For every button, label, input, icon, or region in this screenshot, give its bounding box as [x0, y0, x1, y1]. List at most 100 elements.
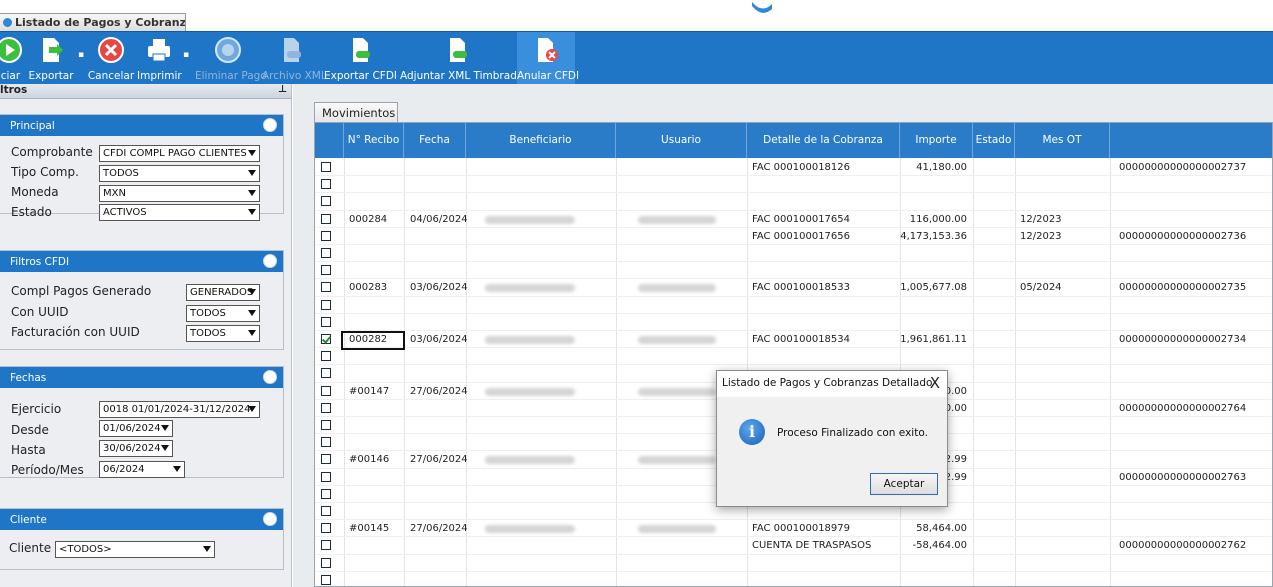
- column-header[interactable]: Fecha: [404, 123, 466, 158]
- column-header[interactable]: Beneficiario: [466, 123, 616, 158]
- print-button[interactable]: Imprimir: [137, 32, 182, 85]
- collapse-toggle-icon[interactable]: [263, 370, 277, 384]
- column-header-label: Detalle de la Cobranza: [763, 134, 883, 146]
- row-checkbox[interactable]: [321, 316, 331, 327]
- principal-group: Principal Comprobante CFDI COMPL PAGO CL…: [0, 114, 284, 221]
- row-checkbox[interactable]: [321, 471, 331, 482]
- column-header[interactable]: Importe: [900, 123, 973, 158]
- folio-cell: 00000000000000002737: [1119, 162, 1247, 173]
- column-header[interactable]: Fe: [1110, 123, 1272, 158]
- main-toolbar: iciar Exportar ▪ Cancelar Imprimir ▪ Eli…: [0, 31, 1273, 85]
- row-checkbox[interactable]: [321, 282, 331, 293]
- con-uuid-select[interactable]: TODOS: [186, 305, 260, 322]
- row-checkbox[interactable]: [321, 265, 331, 276]
- annul-cfdi-icon: [538, 38, 558, 62]
- hasta-date-picker[interactable]: 30/06/2024: [99, 440, 173, 457]
- mes-ot-cell: 12/2023: [1020, 213, 1062, 225]
- grid-header: N° Recibo Fecha Beneficiario Usuario Det…: [315, 123, 1272, 158]
- attach-xml-button[interactable]: Adjuntar XML Timbrados: [400, 32, 529, 85]
- desde-label: Desde: [11, 423, 49, 437]
- row-divider: [315, 312, 1272, 314]
- moneda-select[interactable]: MXN: [99, 185, 260, 202]
- export-cfdi-button[interactable]: Exportar CFDI: [324, 32, 397, 85]
- row-checkbox[interactable]: [321, 557, 331, 568]
- row-checkbox[interactable]: [321, 334, 331, 344]
- row-divider: [315, 192, 1272, 194]
- row-checkbox[interactable]: [321, 248, 331, 258]
- annul-cfdi-button[interactable]: Anular CFDI: [517, 32, 579, 85]
- chevron-down-icon: [248, 330, 256, 336]
- importe-cell: -58,464.00: [912, 540, 967, 552]
- row-checkbox[interactable]: [321, 506, 331, 516]
- tipo-comp-select[interactable]: TODOS: [99, 165, 260, 182]
- export-button[interactable]: Exportar: [27, 32, 75, 85]
- collapse-toggle-icon[interactable]: [263, 512, 277, 526]
- document-tab[interactable]: Listado de Pagos y Cobranzas Det...: [0, 13, 186, 32]
- delete-payment-label: Eliminar Pago: [195, 70, 267, 82]
- row-checkbox[interactable]: [321, 437, 331, 448]
- estado-select[interactable]: ACTIVOS: [99, 204, 260, 221]
- row-checkbox[interactable]: [321, 351, 331, 362]
- column-header[interactable]: N° Recibo: [344, 123, 404, 158]
- row-checkbox[interactable]: [321, 385, 331, 396]
- column-header[interactable]: Estado: [973, 123, 1015, 158]
- column-header[interactable]: Mes OT: [1015, 123, 1110, 158]
- column-header[interactable]: Detalle de la Cobranza: [747, 123, 900, 158]
- facturacion-uuid-select[interactable]: TODOS: [186, 325, 260, 342]
- row-checkbox[interactable]: [321, 230, 331, 241]
- tipo-comp-label: Tipo Comp.: [11, 165, 79, 179]
- recibo-cell: #00145: [349, 523, 390, 535]
- moneda-label: Moneda: [11, 185, 59, 199]
- periodo-label: Período/Mes: [11, 463, 84, 477]
- row-checkbox[interactable]: [321, 402, 331, 413]
- row-checkbox[interactable]: [321, 179, 331, 190]
- ejercicio-select[interactable]: 0018 01/01/2024-31/12/2024: [99, 401, 260, 418]
- tab-movimientos-label: Movimientos: [322, 106, 396, 120]
- pin-icon[interactable]: ⊥: [278, 84, 287, 95]
- compl-pagos-select[interactable]: GENERADOS: [186, 284, 260, 301]
- column-header-label: Importe: [915, 134, 957, 146]
- fechas-group-title: Fechas: [10, 372, 47, 384]
- app-icon: [3, 18, 12, 27]
- row-checkbox[interactable]: [321, 420, 331, 430]
- close-icon[interactable]: X: [930, 374, 940, 392]
- importe-cell: 116,000.00: [909, 213, 967, 225]
- export-dropdown-icon[interactable]: ▪: [78, 50, 84, 60]
- fechas-group-header[interactable]: Fechas: [0, 367, 283, 388]
- row-checkbox[interactable]: [321, 162, 331, 172]
- row-divider: [315, 519, 1272, 521]
- desde-date-picker[interactable]: 01/06/2024: [99, 420, 173, 437]
- accept-button[interactable]: Aceptar: [870, 473, 938, 495]
- periodo-select[interactable]: 06/2024: [99, 461, 185, 478]
- row-checkbox[interactable]: [321, 540, 331, 551]
- row-checkbox[interactable]: [321, 574, 331, 585]
- row-checkbox[interactable]: [321, 454, 331, 465]
- tab-movimientos[interactable]: Movimientos: [314, 102, 398, 122]
- cliente-group-header[interactable]: Cliente: [0, 509, 283, 530]
- delete-payment-button[interactable]: Eliminar Pago: [195, 32, 267, 85]
- row-checkbox[interactable]: [321, 523, 331, 534]
- row-checkbox[interactable]: [321, 488, 331, 499]
- redacted-beneficiary: [485, 336, 575, 344]
- cfdi-group-header[interactable]: Filtros CFDI: [0, 251, 283, 272]
- cliente-select[interactable]: <TODOS>: [55, 541, 215, 558]
- chevron-down-icon: [248, 289, 256, 295]
- principal-group-header[interactable]: Principal: [0, 115, 283, 136]
- xml-file-button[interactable]: Archivo XML: [262, 32, 327, 85]
- select-column-header[interactable]: [315, 123, 344, 158]
- row-checkbox[interactable]: [321, 213, 331, 224]
- start-button[interactable]: iciar: [0, 32, 24, 85]
- row-checkbox[interactable]: [321, 299, 331, 310]
- cancel-icon: [98, 37, 124, 63]
- comprobante-select[interactable]: CFDI COMPL PAGO CLIENTES: [99, 145, 260, 162]
- print-dropdown-icon[interactable]: ▪: [183, 50, 189, 60]
- mes-ot-cell: 05/2024: [1020, 282, 1062, 294]
- row-checkbox[interactable]: [321, 196, 331, 207]
- cancel-button[interactable]: Cancelar: [87, 32, 135, 85]
- grid-column-divider: [404, 158, 405, 586]
- collapse-toggle-icon[interactable]: [263, 118, 277, 132]
- row-checkbox[interactable]: [321, 368, 331, 379]
- collapse-toggle-icon[interactable]: [263, 254, 277, 268]
- fecha-cell: 27/06/2024: [410, 385, 468, 397]
- column-header[interactable]: Usuario: [616, 123, 747, 158]
